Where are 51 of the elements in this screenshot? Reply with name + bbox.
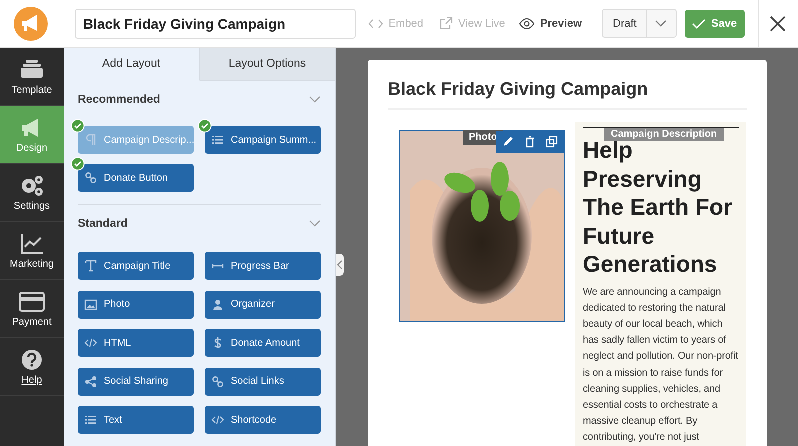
copy-icon[interactable] (546, 136, 558, 148)
paragraph-icon (84, 133, 98, 147)
layout-block-button[interactable]: Donate Button (78, 164, 194, 192)
chevron-icon (309, 96, 321, 104)
eye-icon (519, 16, 536, 32)
link-icon (211, 374, 225, 388)
layout-block-button[interactable]: Shortcode (205, 406, 321, 434)
list-icon (84, 413, 98, 427)
layout-block-button[interactable]: Campaign Title (78, 252, 194, 280)
chevron-icon (337, 260, 343, 270)
list-icon (211, 133, 225, 147)
layout-block-button[interactable]: HTML (78, 329, 194, 357)
layout-block-button[interactable]: Social Sharing (78, 368, 194, 396)
layout-block-button[interactable]: Organizer (205, 290, 321, 318)
help-icon (19, 348, 45, 372)
description-text: We are announcing a campaign dedicated to restoring the natural beauty of our local beach, which has sadly fallen victim to years of neglect and pollution. Our non-profit is on a mission to raise funds for cleaning supplies, vehicles, and essential costs to orchestrate a massive cleanup effort. By contributing, you're not just (583, 286, 739, 446)
chart-icon (19, 232, 45, 256)
image-icon (84, 298, 98, 312)
pencil-icon[interactable] (502, 136, 514, 148)
title-field[interactable]: Black Friday Giving Campaign (75, 8, 356, 38)
layout-block-button[interactable]: Photo (78, 290, 194, 318)
link-icon (84, 171, 98, 185)
text-icon (84, 259, 98, 273)
status-value: Draft (612, 18, 638, 30)
close-icon[interactable] (769, 14, 788, 32)
campaign-title: Black Friday Giving Campaign (388, 60, 747, 110)
nav-item[interactable]: Design (0, 106, 64, 164)
caret-icon (655, 20, 668, 28)
layout-block-button[interactable]: Progress Bar (205, 252, 321, 280)
panel-tab[interactable]: Layout Options (200, 48, 335, 81)
layout-block-button[interactable]: Social Links (205, 368, 321, 396)
share-icon (84, 374, 98, 388)
collapse-handle[interactable] (336, 254, 344, 276)
code-icon (211, 413, 225, 427)
block-label: Campaign Description (604, 128, 724, 141)
layout-block-button[interactable]: Campaign Summ... (205, 126, 321, 154)
save-button[interactable]: Save (684, 10, 745, 38)
external-link-icon (438, 16, 454, 32)
trash-icon[interactable] (524, 136, 536, 148)
card-icon (19, 290, 45, 314)
preview-button[interactable]: Preview (519, 16, 582, 32)
person-icon (211, 298, 225, 312)
section-header[interactable]: Standard (78, 205, 321, 238)
layout-block-button[interactable]: Text (78, 406, 194, 434)
check-icon (692, 18, 706, 30)
chevron-icon (309, 220, 321, 228)
layout-block-button[interactable]: Donate Amount (205, 329, 321, 357)
code-icon (84, 336, 98, 350)
status-select[interactable]: Draft (602, 9, 677, 38)
section-header[interactable]: Recommended (78, 81, 321, 114)
gears-icon (19, 174, 45, 198)
